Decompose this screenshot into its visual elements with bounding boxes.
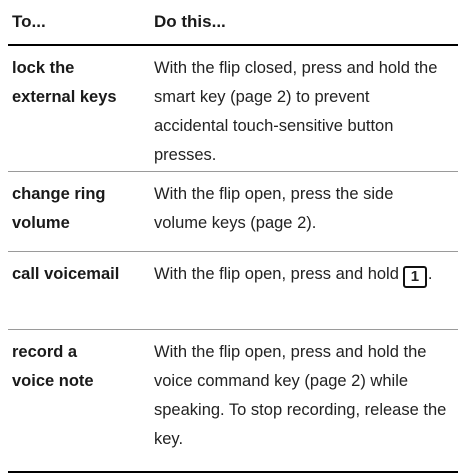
action-text: call voicemail: [12, 265, 120, 283]
action-text: voice note: [12, 372, 94, 390]
header-to: To...: [12, 12, 46, 31]
action-text: volume: [12, 214, 70, 232]
instruction-text-end: .: [427, 265, 433, 283]
table-row: record a voice note With the flip open, …: [8, 330, 458, 471]
table-row: change ring volume With the flip open, p…: [8, 172, 458, 252]
header-do-this: Do this...: [154, 12, 226, 31]
action-text: lock the: [12, 59, 75, 77]
action-text: record a: [12, 343, 78, 361]
table-header: To... Do this...: [8, 0, 458, 46]
table-row: call voicemail With the flip open, press…: [8, 252, 458, 330]
action-text: external keys: [12, 88, 117, 106]
instruction-cell: With the flip open, press the side volum…: [154, 185, 394, 232]
instruction-cell: With the flip open, press and hold the v…: [154, 343, 447, 448]
table-row: lock the external keys With the flip clo…: [8, 46, 458, 172]
instruction-text: With the flip open, press and hold: [154, 265, 399, 283]
action-cell: change ring volume: [8, 172, 154, 251]
action-cell: lock the external keys: [8, 46, 154, 171]
instruction-cell: With the flip closed, press and hold the…: [154, 59, 438, 164]
key-1-icon: 1: [402, 266, 427, 288]
action-text: change ring: [12, 185, 106, 203]
action-cell: record a voice note: [8, 330, 154, 471]
action-cell: call voicemail: [8, 252, 154, 329]
instruction-cell: With the flip open, press and hold 1.: [154, 252, 458, 329]
instructions-table: To... Do this... lock the external keys …: [8, 0, 458, 473]
